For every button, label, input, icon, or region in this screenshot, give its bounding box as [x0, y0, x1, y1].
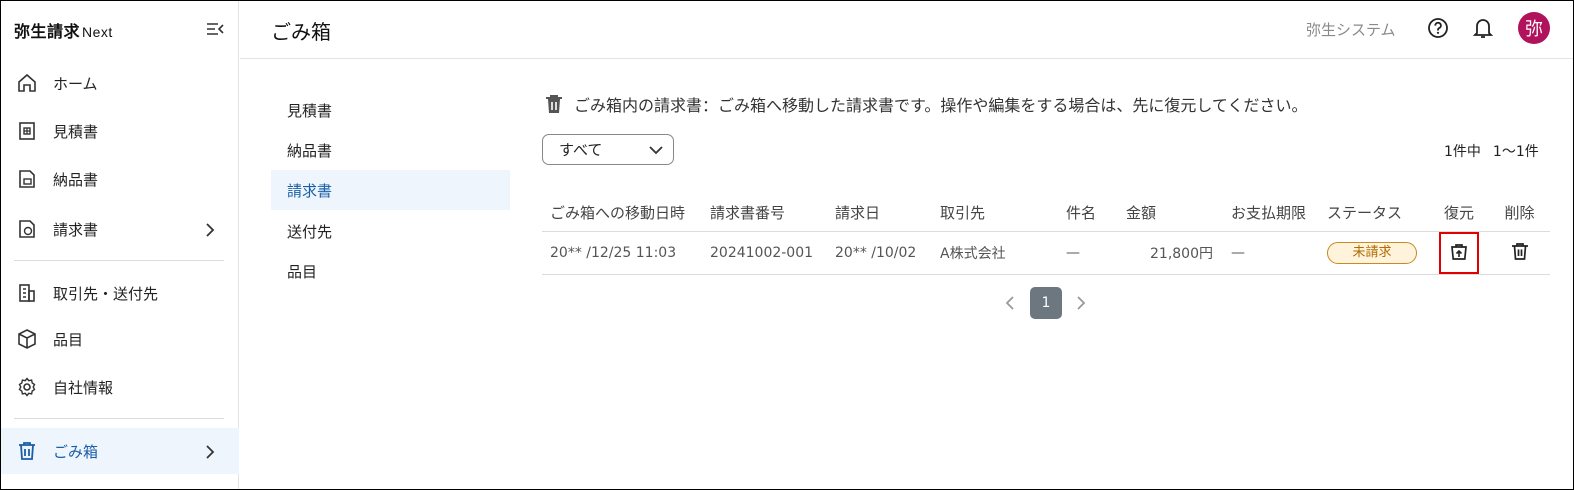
sidebar-item-quotes[interactable]: 見積書 [1, 108, 239, 154]
restore-trash-icon [1449, 241, 1469, 265]
quote-document-icon [16, 120, 38, 142]
cell-client: A株式会社 [932, 231, 1058, 275]
sidebar: 弥生請求 Next ホーム 見積書 納品書 請求書 取引先・送付先 品目 自社情報… [1, 1, 239, 489]
subnav-item-quotes[interactable]: 見積書 [271, 90, 510, 130]
cell-due-date: — [1223, 231, 1319, 275]
app-brand: 弥生請求 Next [14, 18, 113, 42]
invoice-document-icon [16, 218, 38, 240]
column-header[interactable]: 請求書番号 [702, 195, 827, 232]
trash-icon [1510, 241, 1530, 265]
sidebar-item-label: ホーム [53, 74, 98, 93]
subnav-item-delivery[interactable]: 納品書 [271, 130, 510, 170]
building-icon [16, 282, 38, 304]
result-count: 1件中 1〜1件 [1444, 141, 1539, 161]
delete-permanently-button[interactable] [1508, 241, 1532, 265]
cell-amount: 21,800円 [1118, 231, 1223, 275]
avatar[interactable]: 弥 [1518, 12, 1550, 44]
cell-delete [1489, 231, 1550, 275]
trash-icon [543, 93, 565, 115]
sidebar-item-trash[interactable]: ごみ箱 [1, 428, 239, 474]
column-header[interactable]: 金額 [1118, 195, 1223, 232]
column-header: 削除 [1489, 195, 1550, 232]
cell-subject: — [1058, 231, 1118, 275]
column-header[interactable]: ごみ箱への移動日時 [542, 195, 702, 232]
sidebar-item-invoices[interactable]: 請求書 [1, 206, 239, 252]
brand-suffix: Next [82, 24, 113, 40]
subnav-item-recipients[interactable]: 送付先 [271, 211, 510, 251]
brand-name: 弥生請求 [14, 22, 81, 41]
collapse-sidebar-icon[interactable] [205, 19, 225, 39]
sidebar-item-label: 見積書 [53, 122, 99, 141]
table-header-row: ごみ箱への移動日時 請求書番号 請求日 取引先 件名 金額 お支払期限 ステータ… [542, 195, 1550, 232]
sidebar-divider [14, 260, 224, 261]
column-header[interactable]: 取引先 [932, 195, 1058, 232]
column-header: 件名 [1058, 195, 1118, 232]
help-icon[interactable] [1427, 17, 1449, 39]
sidebar-item-clients[interactable]: 取引先・送付先 [1, 270, 239, 316]
package-icon [16, 328, 38, 350]
cell-moved-at: 20** /12/25 11:03 [542, 231, 702, 275]
bell-icon[interactable] [1472, 16, 1494, 40]
sidebar-item-products[interactable]: 品目 [1, 316, 239, 362]
sidebar-item-company-info[interactable]: 自社情報 [1, 364, 239, 410]
sidebar-divider [14, 418, 224, 419]
chevron-right-icon [203, 444, 217, 459]
chevron-right-icon[interactable] [1073, 295, 1089, 311]
chevron-down-icon [649, 143, 663, 157]
count-total: 1件中 [1444, 144, 1481, 160]
cell-status: 未請求 [1319, 231, 1429, 275]
home-icon [16, 72, 38, 94]
cell-restore [1429, 231, 1489, 275]
table-row[interactable]: 20** /12/25 11:03 20241002-001 20** /10/… [542, 231, 1550, 275]
status-badge: 未請求 [1327, 241, 1417, 264]
trash-table: ごみ箱への移動日時 請求書番号 請求日 取引先 件名 金額 お支払期限 ステータ… [542, 195, 1550, 275]
cell-invoice-number: 20241002-001 [702, 231, 827, 275]
column-header[interactable]: ステータス [1319, 195, 1429, 232]
column-header[interactable]: 請求日 [827, 195, 932, 232]
sidebar-item-label: 取引先・送付先 [53, 284, 159, 303]
subnav-item-invoices[interactable]: 請求書 [271, 170, 510, 210]
delivery-document-icon [16, 168, 38, 190]
sidebar-item-label: 請求書 [53, 220, 99, 239]
subnav-item-products[interactable]: 品目 [271, 251, 510, 291]
restore-button[interactable] [1439, 231, 1479, 274]
trash-notice: ごみ箱内の請求書：ごみ箱へ移動した請求書です。操作や編集をする場合は、先に復元し… [543, 92, 1307, 116]
sidebar-item-label: 納品書 [53, 170, 99, 189]
sidebar-item-delivery[interactable]: 納品書 [1, 156, 239, 202]
gear-icon [16, 376, 38, 398]
count-range: 1〜1件 [1492, 144, 1539, 160]
cell-invoice-date: 20** /10/02 [827, 231, 932, 275]
sidebar-item-label: 品目 [53, 330, 84, 349]
page-title: ごみ箱 [271, 20, 331, 44]
sidebar-item-home[interactable]: ホーム [1, 60, 239, 106]
page-number-button[interactable]: 1 [1030, 287, 1062, 319]
filter-select[interactable]: すべて [542, 134, 674, 165]
notice-text: ごみ箱内の請求書：ごみ箱へ移動した請求書です。操作や編集をする場合は、先に復元し… [574, 96, 1308, 115]
trash-icon [16, 440, 38, 462]
chevron-left-icon[interactable] [1002, 295, 1018, 311]
chevron-right-icon [203, 222, 217, 237]
company-name[interactable]: 弥生システム [1306, 19, 1396, 40]
pagination: 1 [1000, 287, 1100, 319]
column-header[interactable]: お支払期限 [1223, 195, 1319, 232]
filter-value: すべて [559, 141, 603, 159]
sidebar-item-label: ごみ箱 [53, 442, 99, 461]
column-header: 復元 [1429, 195, 1489, 232]
top-header: ごみ箱 弥生システム 弥 [240, 1, 1573, 59]
sidebar-item-label: 自社情報 [53, 378, 114, 397]
